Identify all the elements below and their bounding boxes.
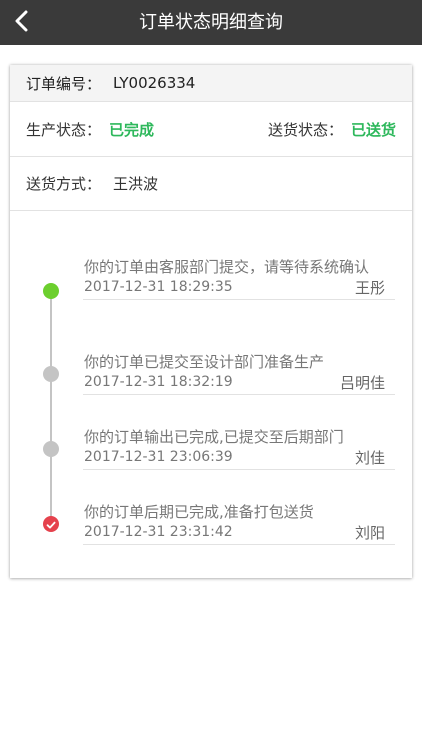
delivery-status-label: 送货状态： xyxy=(267,121,343,139)
delivery-method-row: 送货方式： 王洪波 xyxy=(10,157,412,211)
delivery-method-value: 王洪波 xyxy=(113,175,159,193)
page-title: 订单状态明细查询 xyxy=(139,12,283,33)
timeline-content: 你的订单由客服部门提交，请等待系统确认 2017-12-31 18:29:35 … xyxy=(83,257,395,300)
timeline-meta: 2017-12-31 23:31:42 刘阳 xyxy=(83,522,395,542)
delivery-status-value: 已送货 xyxy=(350,121,396,139)
timeline-dot-complete xyxy=(43,516,59,532)
timeline-person: 刘阳 xyxy=(354,523,385,542)
timeline-time: 2017-12-31 18:32:19 xyxy=(84,374,233,390)
timeline-meta: 2017-12-31 18:29:35 王彤 xyxy=(83,277,395,297)
production-status-value: 已完成 xyxy=(109,121,155,139)
order-number-value: LY0026334 xyxy=(113,74,196,92)
delivery-status: 送货状态： 已送货 xyxy=(268,102,396,157)
timeline-dot xyxy=(43,441,59,457)
checkmark-icon xyxy=(46,515,56,534)
production-status-label: 生产状态： xyxy=(26,121,102,139)
timeline-content: 你的订单已提交至设计部门准备生产 2017-12-31 18:32:19 吕明佳 xyxy=(83,352,395,395)
status-row: 生产状态： 已完成 送货状态： 已送货 xyxy=(10,102,412,157)
timeline-person: 王彤 xyxy=(354,278,385,297)
timeline-text: 你的订单由客服部门提交，请等待系统确认 xyxy=(84,258,370,276)
order-timeline: 你的订单由客服部门提交，请等待系统确认 2017-12-31 18:29:35 … xyxy=(10,211,412,578)
order-number-label: 订单编号： xyxy=(26,74,102,93)
timeline-line xyxy=(50,291,52,521)
timeline-meta: 2017-12-31 23:06:39 刘佳 xyxy=(83,447,395,467)
delivery-method-label: 送货方式： xyxy=(26,175,102,193)
timeline-person: 吕明佳 xyxy=(339,373,385,392)
timeline-dot xyxy=(43,366,59,382)
order-detail-card: 订单编号： LY0026334 生产状态： 已完成 送货状态： 已送货 送货方式… xyxy=(10,65,412,578)
timeline-meta: 2017-12-31 18:32:19 吕明佳 xyxy=(83,372,395,392)
timeline-text: 你的订单输出已完成,已提交至后期部门 xyxy=(84,428,344,446)
timeline-time: 2017-12-31 23:06:39 xyxy=(84,449,233,465)
order-number-row: 订单编号： LY0026334 xyxy=(10,65,412,102)
timeline-content: 你的订单输出已完成,已提交至后期部门 2017-12-31 23:06:39 刘… xyxy=(83,427,395,470)
timeline-content: 你的订单后期已完成,准备打包送货 2017-12-31 23:31:42 刘阳 xyxy=(83,502,395,545)
timeline-text: 你的订单后期已完成,准备打包送货 xyxy=(84,503,314,521)
timeline-time: 2017-12-31 23:31:42 xyxy=(84,524,233,540)
timeline-time: 2017-12-31 18:29:35 xyxy=(84,279,233,295)
production-status: 生产状态： 已完成 xyxy=(26,102,154,157)
top-navigation-bar: 订单状态明细查询 xyxy=(0,0,422,45)
timeline-person: 刘佳 xyxy=(354,448,385,467)
timeline-text: 你的订单已提交至设计部门准备生产 xyxy=(84,353,325,371)
timeline-dot-current xyxy=(43,283,59,299)
